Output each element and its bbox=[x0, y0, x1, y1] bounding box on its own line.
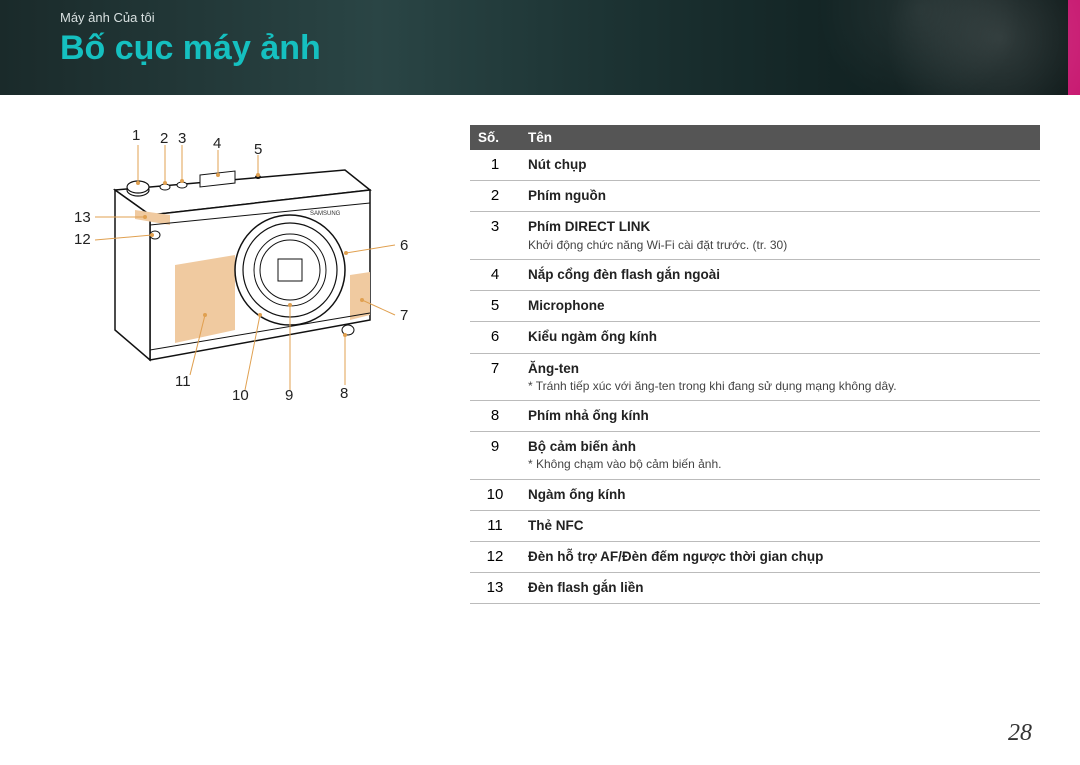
row-name: Thẻ NFC bbox=[520, 511, 1040, 541]
callout-4: 4 bbox=[213, 135, 221, 152]
row-number: 1 bbox=[470, 150, 520, 179]
callout-10: 10 bbox=[232, 387, 249, 404]
row-name-main: Nắp cổng đèn flash gắn ngoài bbox=[528, 266, 1032, 284]
camera-diagram: SAMSUNG bbox=[60, 125, 450, 425]
header-name: Tên bbox=[520, 125, 1040, 150]
row-name: Microphone bbox=[520, 291, 1040, 321]
row-note: * Tránh tiếp xúc với ăng-ten trong khi đ… bbox=[528, 378, 1032, 394]
table-row: 10 Ngàm ống kính bbox=[470, 480, 1040, 511]
page-title: Bố cục máy ảnh bbox=[60, 29, 1020, 68]
row-name: Phím nguồn bbox=[520, 181, 1040, 211]
content-area: SAMSUNG bbox=[0, 95, 1080, 604]
camera-illustration: SAMSUNG bbox=[60, 125, 450, 425]
header-number: Số. bbox=[470, 125, 520, 150]
page-number: 28 bbox=[1008, 720, 1032, 747]
row-name-main: Microphone bbox=[528, 297, 1032, 315]
row-number: 12 bbox=[470, 542, 520, 571]
table-row: 4 Nắp cổng đèn flash gắn ngoài bbox=[470, 260, 1040, 291]
page-header: Máy ảnh Của tôi Bố cục máy ảnh bbox=[0, 0, 1080, 95]
table-row: 3Phím DIRECT LINKKhởi động chức năng Wi-… bbox=[470, 212, 1040, 259]
row-name: Bộ cảm biến ảnh* Không chạm vào bộ cảm b… bbox=[520, 432, 1040, 478]
row-number: 11 bbox=[470, 511, 520, 540]
table-row: 13 Đèn flash gắn liền bbox=[470, 573, 1040, 604]
table-row: 7Ăng-ten* Tránh tiếp xúc với ăng-ten tro… bbox=[470, 354, 1040, 401]
callout-1: 1 bbox=[132, 127, 140, 144]
callout-11: 11 bbox=[175, 373, 191, 390]
row-number: 2 bbox=[470, 181, 520, 210]
row-name: Phím DIRECT LINKKhởi động chức năng Wi-F… bbox=[520, 212, 1040, 258]
row-number: 4 bbox=[470, 260, 520, 289]
parts-table: Số. Tên 1Nút chụp2Phím nguồn3Phím DIRECT… bbox=[470, 125, 1040, 604]
callout-12: 12 bbox=[74, 231, 91, 248]
callout-6: 6 bbox=[400, 237, 408, 254]
callout-3: 3 bbox=[178, 130, 186, 147]
row-number: 5 bbox=[470, 291, 520, 320]
row-number: 6 bbox=[470, 322, 520, 351]
row-name: Kiểu ngàm ống kính bbox=[520, 322, 1040, 352]
row-name: Ngàm ống kính bbox=[520, 480, 1040, 510]
callout-5: 5 bbox=[254, 141, 262, 158]
row-name-main: Bộ cảm biến ảnh bbox=[528, 438, 1032, 456]
table-row: 2 Phím nguồn bbox=[470, 181, 1040, 212]
row-name-main: Nút chụp bbox=[528, 156, 1032, 174]
row-name-main: Thẻ NFC bbox=[528, 517, 1032, 535]
row-name-main: Phím DIRECT LINK bbox=[528, 218, 1032, 236]
row-name: Phím nhả ống kính bbox=[520, 401, 1040, 431]
row-name-main: Ngàm ống kính bbox=[528, 486, 1032, 504]
row-number: 3 bbox=[470, 212, 520, 241]
table-row: 12 Đèn hỗ trợ AF/Đèn đếm ngược thời gian … bbox=[470, 542, 1040, 573]
row-number: 10 bbox=[470, 480, 520, 509]
table-header: Số. Tên bbox=[470, 125, 1040, 150]
table-row: 11 Thẻ NFC bbox=[470, 511, 1040, 542]
table-row: 8 Phím nhả ống kính bbox=[470, 401, 1040, 432]
row-name-main: Phím nhả ống kính bbox=[528, 407, 1032, 425]
row-name-main: Đèn flash gắn liền bbox=[528, 579, 1032, 597]
row-name: Nút chụp bbox=[520, 150, 1040, 180]
table-row: 6 Kiểu ngàm ống kính bbox=[470, 322, 1040, 353]
callout-13: 13 bbox=[74, 209, 91, 226]
row-number: 13 bbox=[470, 573, 520, 602]
callout-2: 2 bbox=[160, 130, 168, 147]
row-name-main: Phím nguồn bbox=[528, 187, 1032, 205]
row-name: Đèn hỗ trợ AF/Đèn đếm ngược thời gian ch… bbox=[520, 542, 1040, 572]
side-color-tab bbox=[1068, 0, 1080, 95]
row-name-main: Ăng-ten bbox=[528, 360, 1032, 378]
row-note: * Không chạm vào bộ cảm biến ảnh. bbox=[528, 456, 1032, 472]
row-name-main: Kiểu ngàm ống kính bbox=[528, 328, 1032, 346]
row-number: 9 bbox=[470, 432, 520, 461]
row-name: Đèn flash gắn liền bbox=[520, 573, 1040, 603]
row-name: Ăng-ten* Tránh tiếp xúc với ăng-ten tron… bbox=[520, 354, 1040, 400]
row-name-main: Đèn hỗ trợ AF/Đèn đếm ngược thời gian ch… bbox=[528, 548, 1032, 566]
table-row: 5 Microphone bbox=[470, 291, 1040, 322]
row-note: Khởi động chức năng Wi-Fi cài đặt trước.… bbox=[528, 237, 1032, 253]
callout-9: 9 bbox=[285, 387, 293, 404]
breadcrumb: Máy ảnh Của tôi bbox=[60, 10, 1020, 25]
table-row: 9Bộ cảm biến ảnh* Không chạm vào bộ cảm … bbox=[470, 432, 1040, 479]
svg-text:SAMSUNG: SAMSUNG bbox=[310, 211, 341, 217]
table-row: 1 Nút chụp bbox=[470, 150, 1040, 181]
callout-8: 8 bbox=[340, 385, 348, 402]
row-number: 7 bbox=[470, 354, 520, 383]
row-number: 8 bbox=[470, 401, 520, 430]
callout-7: 7 bbox=[400, 307, 408, 324]
row-name: Nắp cổng đèn flash gắn ngoài bbox=[520, 260, 1040, 290]
